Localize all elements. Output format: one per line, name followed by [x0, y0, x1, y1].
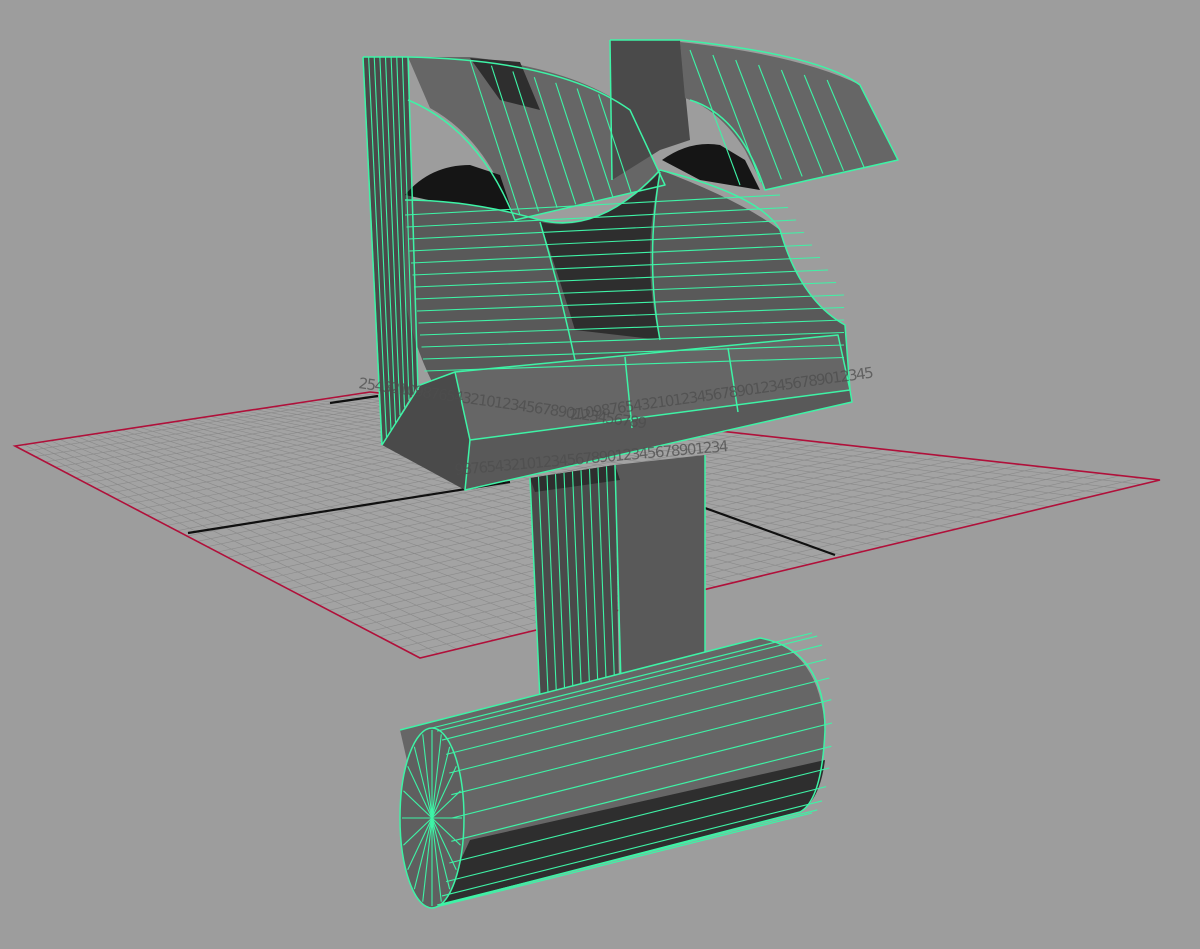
3d-viewport[interactable]: 254321098765432101234567890123456789 210…	[0, 0, 1200, 949]
mesh-bottom-cylinder[interactable]	[399, 632, 833, 909]
viewport-scene[interactable]: 254321098765432101234567890123456789 210…	[0, 0, 1200, 949]
